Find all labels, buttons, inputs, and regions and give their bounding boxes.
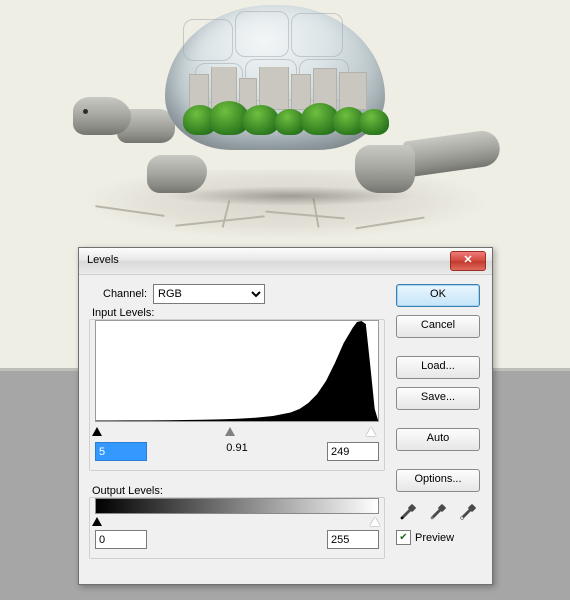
input-white-slider[interactable] xyxy=(366,427,376,436)
artwork-front-leg xyxy=(147,155,207,193)
output-white-slider[interactable] xyxy=(370,517,380,526)
input-levels-label: Input Levels: xyxy=(89,307,157,319)
artwork-hind-leg xyxy=(355,145,415,193)
input-white-field[interactable] xyxy=(327,442,379,461)
options-button[interactable]: Options... xyxy=(396,469,480,492)
dialog-side-buttons: OK Cancel Load... Save... Auto Options..… xyxy=(396,284,482,545)
dialog-title: Levels xyxy=(87,254,119,266)
channel-label: Channel: xyxy=(103,288,147,300)
input-slider-track[interactable] xyxy=(95,427,379,437)
eyedropper-gray-icon[interactable] xyxy=(428,500,448,520)
save-button[interactable]: Save... xyxy=(396,387,480,410)
input-mid-value: 0.91 xyxy=(212,442,262,461)
artwork-trees xyxy=(183,97,388,135)
artwork-tortoise-composite xyxy=(55,5,515,240)
input-mid-slider[interactable] xyxy=(225,427,235,436)
input-black-slider[interactable] xyxy=(92,427,102,436)
eyedropper-white-icon[interactable] xyxy=(458,500,478,520)
artwork-eye xyxy=(83,109,88,114)
cancel-button[interactable]: Cancel xyxy=(396,315,480,338)
histogram xyxy=(95,320,379,422)
channel-select[interactable]: RGB xyxy=(153,284,265,304)
output-levels-label: Output Levels: xyxy=(89,485,166,497)
input-black-field[interactable] xyxy=(95,442,147,461)
output-black-slider[interactable] xyxy=(92,517,102,526)
preview-checkbox[interactable]: ✔ xyxy=(396,530,411,545)
artwork-head xyxy=(73,97,131,135)
levels-main-pane: Channel: RGB Input Levels: xyxy=(89,284,385,574)
output-gradient xyxy=(95,498,379,514)
output-slider-track[interactable] xyxy=(95,517,379,527)
eyedropper-black-icon[interactable] xyxy=(398,500,418,520)
close-button[interactable]: ✕ xyxy=(450,251,486,271)
close-icon: ✕ xyxy=(463,254,472,266)
auto-button[interactable]: Auto xyxy=(396,428,480,451)
ok-button[interactable]: OK xyxy=(396,284,480,307)
load-button[interactable]: Load... xyxy=(396,356,480,379)
levels-dialog: Levels ✕ Channel: RGB Input Levels: xyxy=(78,247,493,585)
output-black-field[interactable] xyxy=(95,530,147,549)
preview-label: Preview xyxy=(415,532,454,544)
output-white-field[interactable] xyxy=(327,530,379,549)
dialog-titlebar[interactable]: Levels ✕ xyxy=(79,248,492,275)
